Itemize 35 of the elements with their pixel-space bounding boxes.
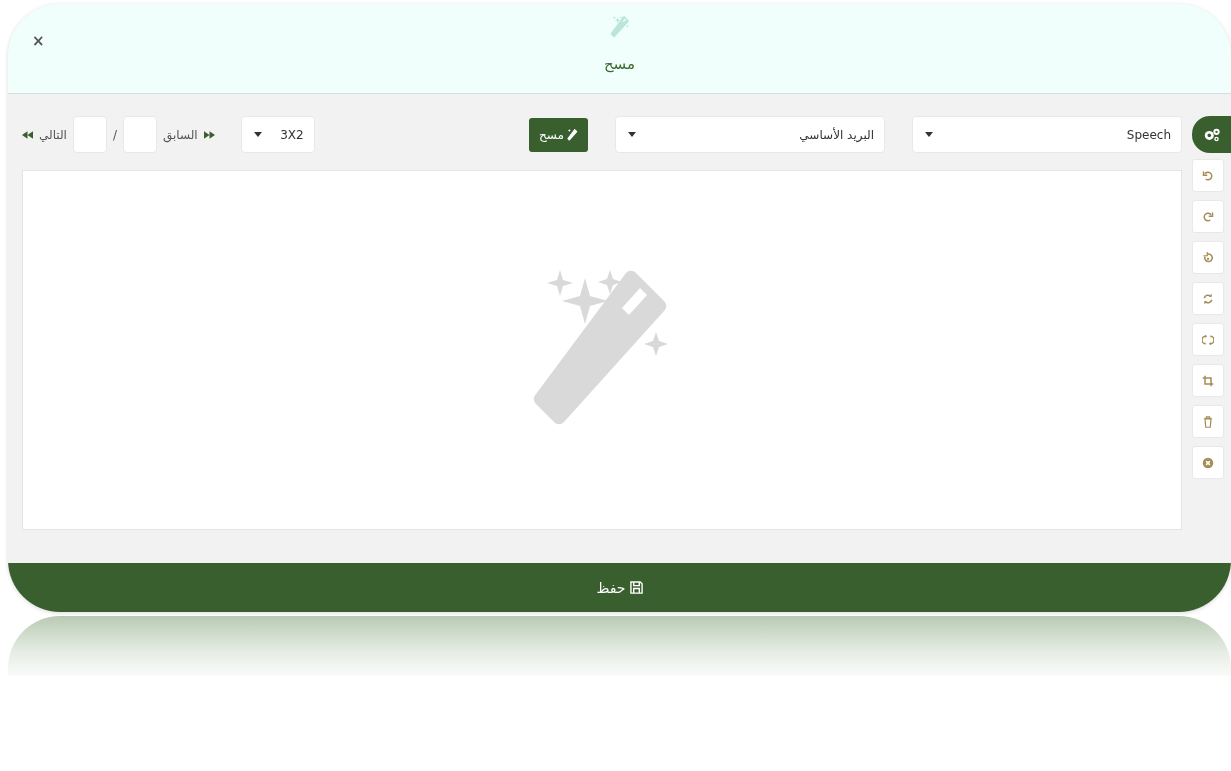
tool-button[interactable] [1192,446,1224,480]
settings-button[interactable] [1192,116,1231,154]
caret-icon [253,132,262,138]
tool-button[interactable] [1192,323,1224,357]
close-button[interactable]: × [28,30,49,52]
gears-icon [1202,127,1221,143]
caret-icon [628,132,636,138]
tool-button[interactable] [1192,364,1224,398]
save-button[interactable]: حفظ [8,563,1231,612]
forward-icon [203,131,215,139]
rotate-icon [1202,252,1214,264]
undo-icon [1202,170,1214,182]
sync-icon [1202,334,1214,346]
tool-button[interactable] [1192,405,1224,439]
next-link[interactable]: التالي [22,128,67,142]
crop-icon [1202,375,1214,387]
backward-icon [22,131,33,139]
wand-icon [609,16,630,38]
layout-select[interactable]: 3X2 [240,116,315,154]
tool-button[interactable] [1192,200,1224,234]
wand-icon [567,129,578,141]
select-field[interactable]: البريد الأساسي [615,116,885,154]
select-field[interactable]: Speech [912,116,1182,154]
tool-button[interactable] [1192,282,1224,316]
previous-link[interactable]: السابق [163,128,215,142]
page-separator: / [112,128,117,142]
delete-icon [1202,416,1214,428]
tool-button[interactable] [1192,159,1224,193]
erase-button[interactable]: مسح [529,118,588,152]
dialog-title: مسح [603,55,636,73]
cancel-icon [1202,457,1214,469]
redo-icon [1202,211,1214,223]
refresh-icon [1202,293,1214,305]
caret-icon [925,132,933,138]
tool-button[interactable] [1192,241,1224,275]
